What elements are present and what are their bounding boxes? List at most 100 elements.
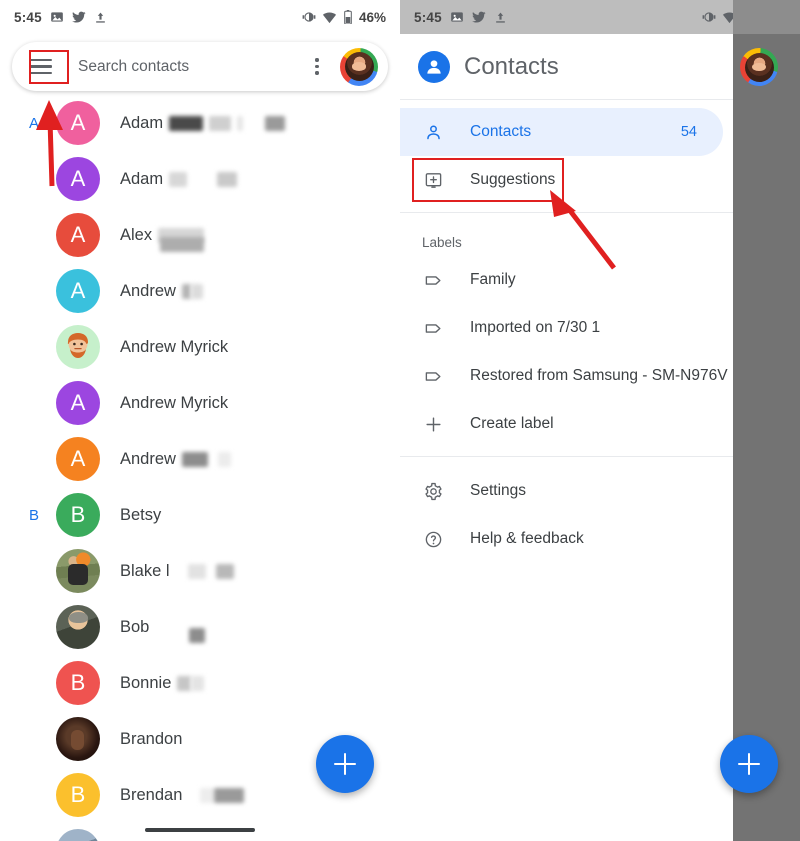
contact-list-item[interactable]: A Alex [0, 207, 400, 263]
label-icon [422, 269, 444, 291]
contact-name-text: Adam [120, 169, 164, 188]
label-icon [422, 365, 444, 387]
vibrate-icon [302, 10, 316, 24]
drawer-item-label: Suggestions [470, 171, 556, 188]
drawer-primary-section: Contacts 54 Suggestions [400, 100, 733, 213]
drawer-item-contacts[interactable]: Contacts 54 [400, 108, 723, 156]
contact-avatar: A [56, 101, 100, 145]
drawer-item-label: Contacts [470, 123, 532, 140]
drawer-item-help-feedback[interactable]: Help & feedback [400, 515, 733, 563]
drawer-label-text: Imported on 7/30 1 [470, 319, 601, 336]
contact-name: Brendan [120, 785, 245, 805]
contact-list-item[interactable]: A Andrew [0, 263, 400, 319]
redacted-name-block [189, 627, 206, 643]
drawer-footer-section: Settings Help & feedback [400, 457, 733, 563]
contact-avatar [56, 325, 100, 369]
contact-list-item[interactable] [0, 823, 400, 841]
redacted-name-block [217, 171, 238, 187]
contact-list-item[interactable]: B Bonnie [0, 655, 400, 711]
section-index-letter: A [28, 114, 39, 132]
upload-icon [94, 11, 107, 24]
contact-list-item[interactable]: A Adam [0, 151, 400, 207]
contact-name: Betsy [120, 506, 161, 525]
search-input[interactable]: Search contacts [78, 58, 300, 76]
status-bar-right-icons: 46% [302, 10, 386, 25]
drawer-label-item[interactable]: Imported on 7/30 1 [400, 304, 733, 352]
contact-list-item[interactable]: Bob [0, 599, 400, 655]
contact-list-item[interactable]: A A Adam [0, 95, 400, 151]
plus-icon [334, 753, 356, 775]
battery-icon [343, 10, 353, 25]
vibrate-icon [702, 10, 716, 24]
redacted-name-block [181, 283, 191, 299]
account-avatar[interactable] [340, 47, 378, 86]
contact-avatar [56, 829, 100, 841]
redacted-name-block [181, 451, 208, 467]
drawer-scrim-statusbar [733, 0, 800, 34]
redacted-name-block [217, 451, 231, 467]
hamburger-menu-button[interactable] [20, 48, 62, 86]
contact-name-text: Andrew [120, 449, 176, 468]
contact-list-item[interactable]: B B Betsy [0, 487, 400, 543]
more-vertical-icon[interactable] [304, 58, 330, 75]
search-bar-container: Search contacts [0, 34, 400, 95]
contact-name-text: Andrew Myrick [120, 337, 229, 356]
drawer-label-item[interactable]: Family [400, 256, 733, 304]
drawer-label-item[interactable]: Create label [400, 400, 733, 448]
left-panel-contacts-list: 5:45 46% Search contacts A A Adam A Adam… [0, 0, 400, 841]
person-outline-icon [422, 121, 444, 143]
person-circle-icon [418, 50, 450, 83]
redacted-name-block [177, 675, 192, 691]
contact-avatar: B [56, 661, 100, 705]
contact-name: Adam [120, 169, 238, 189]
contact-name-text: Brendan [120, 785, 183, 804]
image-icon [450, 10, 464, 24]
contact-avatar [56, 717, 100, 761]
redacted-name-block [187, 563, 206, 579]
redacted-name-block [190, 283, 203, 299]
drawer-item-suggestions[interactable]: Suggestions [400, 156, 733, 204]
status-bar-left-icons: 5:45 [14, 10, 107, 25]
contact-name: Brandon [120, 730, 182, 749]
contact-avatar: A [56, 213, 100, 257]
contact-list-item[interactable]: Blake l [0, 543, 400, 599]
drawer-scrim[interactable] [733, 34, 800, 841]
contact-name-text: Andrew [120, 281, 176, 300]
contact-avatar [56, 605, 100, 649]
contact-name-text: Blake l [120, 561, 170, 580]
navigation-drawer: Contacts Contacts 54 Suggestions Labels … [400, 34, 733, 841]
add-contact-fab[interactable] [316, 735, 374, 793]
image-icon [50, 10, 64, 24]
contact-name-text: Bob [120, 617, 150, 636]
contact-avatar: A [56, 381, 100, 425]
search-bar[interactable]: Search contacts [12, 42, 388, 91]
account-avatar-behind[interactable] [740, 48, 778, 86]
contact-avatar: B [56, 493, 100, 537]
status-bar-left: 5:45 46% [0, 0, 400, 34]
add-box-icon [422, 169, 444, 191]
drawer-item-settings[interactable]: Settings [400, 467, 733, 515]
drawer-header: Contacts [400, 34, 733, 100]
add-contact-fab-behind[interactable] [720, 735, 778, 793]
contact-list-item[interactable]: A Andrew [0, 431, 400, 487]
redacted-name-block [215, 563, 234, 579]
contact-name: Bonnie [120, 674, 205, 693]
help-circle-icon [422, 528, 444, 550]
contact-list-item[interactable]: Andrew Myrick [0, 319, 400, 375]
plus-icon [422, 413, 444, 435]
contact-name-text: Adam [120, 113, 164, 132]
redacted-name-block [200, 787, 215, 803]
status-bar-left-icons-2: 5:45 [414, 10, 507, 25]
status-bar-time: 5:45 [14, 9, 42, 25]
upload-icon [494, 11, 507, 24]
contact-name-text: Alex [120, 225, 153, 244]
contacts-list[interactable]: A A Adam A Adam A Alex A Andrew Andrew Myrick A And… [0, 95, 400, 841]
drawer-label-item[interactable]: Restored from Samsung - SM-N976V [400, 352, 733, 400]
contact-list-item[interactable]: A Andrew Myrick [0, 375, 400, 431]
drawer-label-text: Restored from Samsung - SM-N976V [470, 367, 728, 384]
status-bar-time-2: 5:45 [414, 9, 442, 25]
hamburger-icon [30, 58, 52, 75]
contact-name-text: Brandon [120, 729, 183, 748]
contact-name: Andrew [120, 450, 231, 469]
right-panel-navigation-drawer: 5:45 Contacts Contacts 54 Suggestions La… [400, 0, 800, 841]
